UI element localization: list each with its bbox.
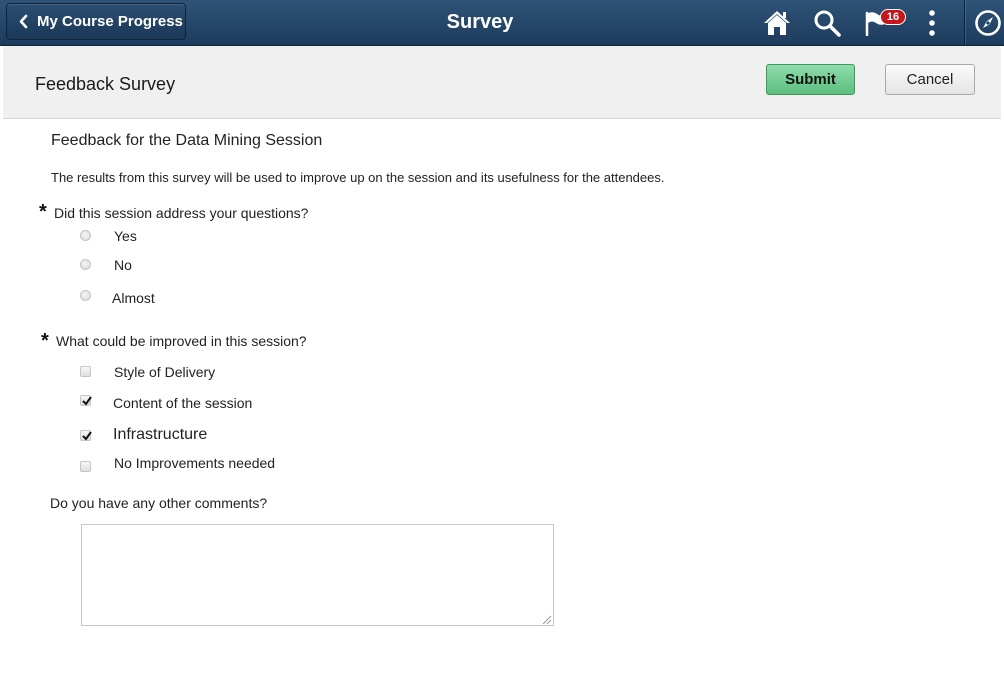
- question-3-label: Do you have any other comments?: [50, 495, 268, 511]
- back-button[interactable]: My Course Progress: [6, 3, 186, 40]
- survey-description: The results from this survey will be use…: [51, 170, 665, 185]
- page-header: Feedback Survey Submit Cancel: [3, 46, 1001, 119]
- comments-textarea[interactable]: [81, 524, 554, 626]
- radio-almost[interactable]: [80, 290, 91, 301]
- submit-button[interactable]: Submit: [766, 64, 855, 95]
- search-icon[interactable]: [813, 9, 841, 37]
- checkbox-infrastructure-label: Infrastructure: [113, 426, 208, 443]
- checkbox-style-of-delivery[interactable]: [80, 366, 91, 377]
- page-title: Feedback Survey: [35, 74, 176, 94]
- survey-title: Feedback for the Data Mining Session: [51, 132, 323, 149]
- navbar-compass-icon[interactable]: [974, 9, 1002, 37]
- checkbox-no-improvements[interactable]: [80, 461, 91, 472]
- checkbox-infrastructure[interactable]: [80, 430, 92, 441]
- checkmark-icon: [82, 431, 92, 441]
- question-1-label: Did this session address your questions?: [54, 205, 309, 221]
- actions-menu-icon[interactable]: [924, 9, 940, 37]
- question-2-label: What could be improved in this session?: [56, 333, 307, 349]
- radio-no-label: No: [114, 257, 132, 273]
- radio-no[interactable]: [80, 259, 91, 270]
- resize-grip-icon[interactable]: [541, 614, 552, 625]
- notification-count-badge: 16: [880, 9, 906, 25]
- radio-yes-label: Yes: [114, 228, 137, 244]
- radio-yes[interactable]: [80, 230, 91, 241]
- checkbox-content-of-session[interactable]: [80, 395, 92, 406]
- top-banner: My Course Progress Survey 16: [0, 0, 1004, 46]
- cancel-button[interactable]: Cancel: [885, 64, 975, 95]
- required-indicator: *: [39, 201, 47, 223]
- banner-divider: [964, 0, 965, 45]
- checkbox-no-improvements-label: No Improvements needed: [114, 455, 276, 471]
- page-banner-title: Survey: [446, 11, 514, 33]
- back-button-label: My Course Progress: [37, 13, 183, 30]
- chevron-left-icon: [19, 14, 28, 29]
- required-indicator: *: [41, 330, 49, 352]
- radio-almost-label: Almost: [112, 290, 155, 306]
- home-icon[interactable]: [763, 9, 791, 36]
- checkmark-icon: [82, 396, 92, 406]
- checkbox-style-of-delivery-label: Style of Delivery: [114, 364, 216, 380]
- checkbox-content-of-session-label: Content of the session: [113, 395, 253, 411]
